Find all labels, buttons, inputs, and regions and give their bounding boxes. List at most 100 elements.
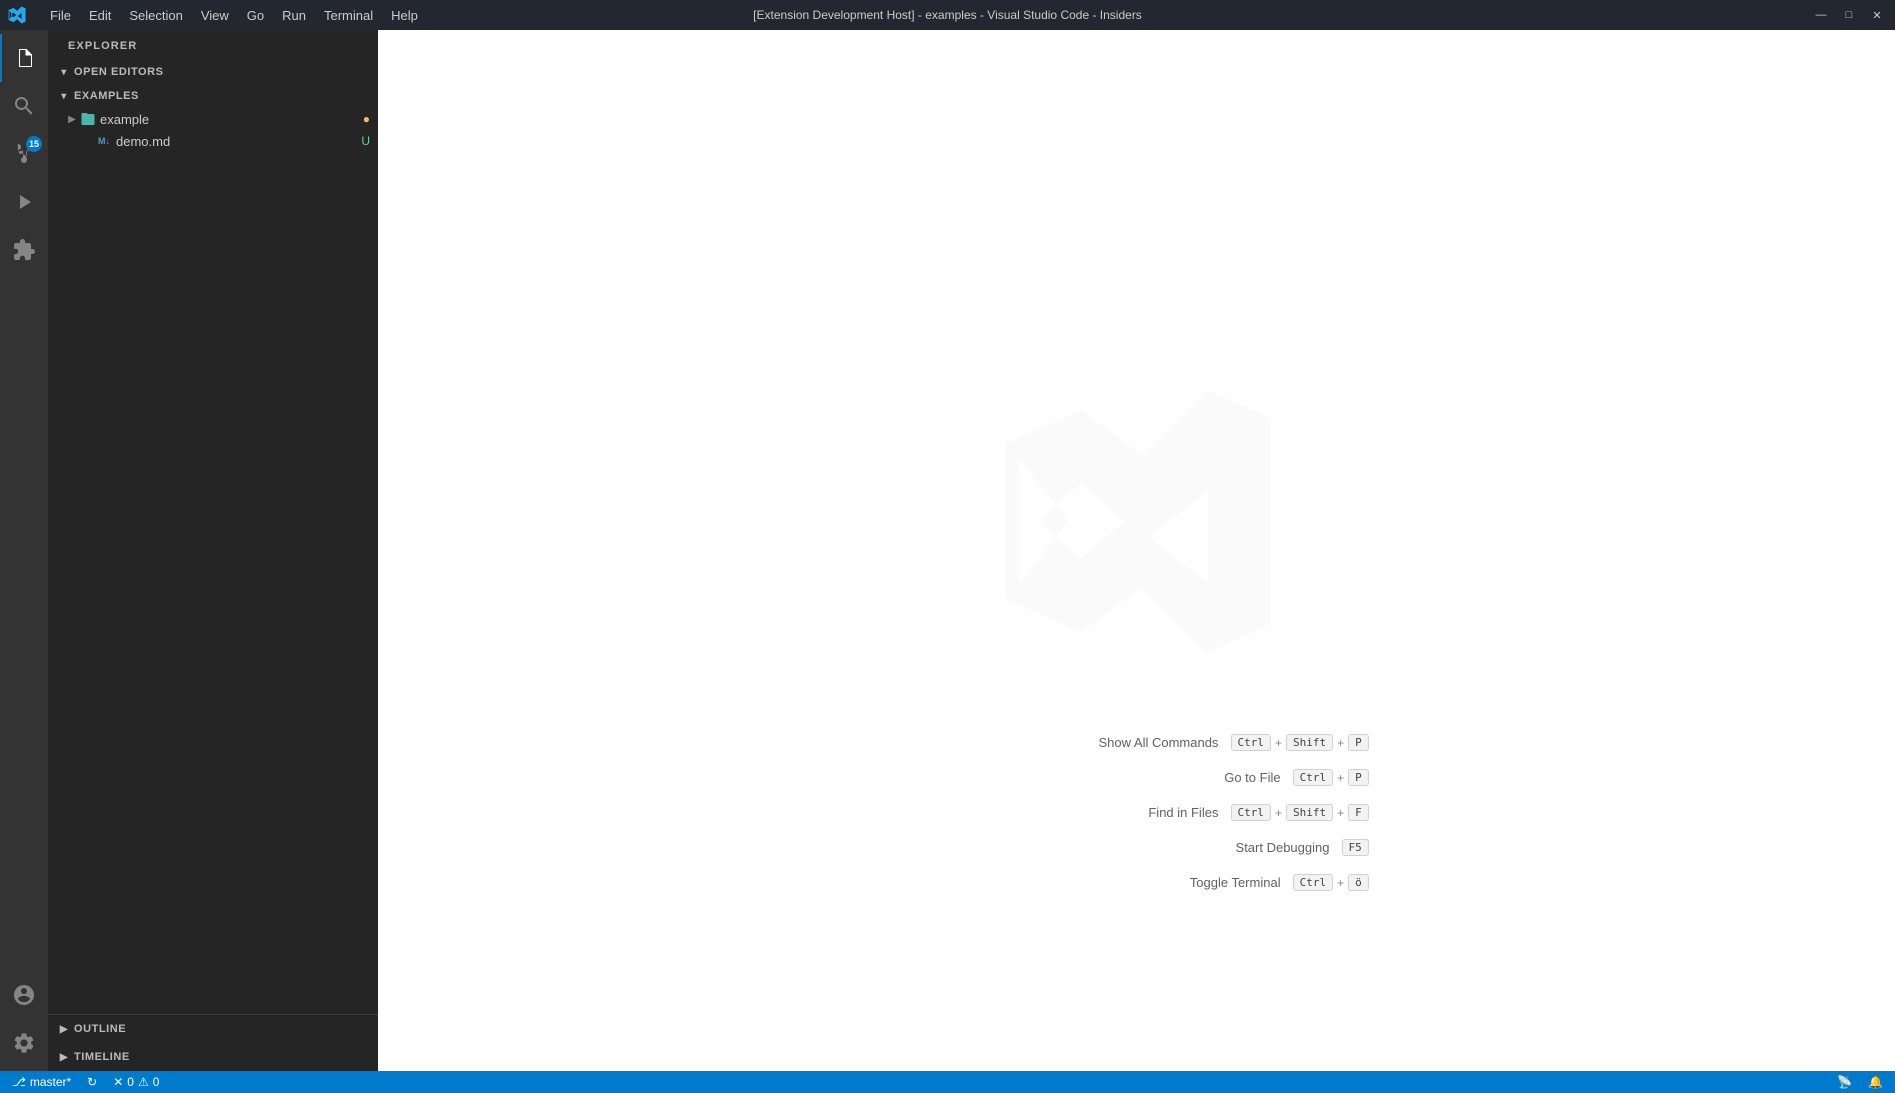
menu-edit[interactable]: Edit <box>81 6 119 25</box>
shortcut-label-start-debug: Start Debugging <box>1189 840 1329 855</box>
key-plus-4: + <box>1275 806 1282 820</box>
menu-file[interactable]: File <box>42 6 79 25</box>
examples-chevron-icon: ▾ <box>56 88 72 104</box>
key-f-1[interactable]: F <box>1348 804 1369 821</box>
key-plus-5: + <box>1337 806 1344 820</box>
menu-view[interactable]: View <box>193 6 237 25</box>
status-branch[interactable]: ⎇ master* <box>8 1075 75 1089</box>
shortcut-row-find-files: Find in Files Ctrl + Shift + F <box>1078 804 1368 821</box>
activity-item-source-control[interactable]: 15 <box>0 130 48 178</box>
example-folder-label: example <box>100 112 363 127</box>
window-controls: — □ ✕ <box>1811 9 1887 21</box>
open-editors-label: OPEN EDITORS <box>74 66 164 78</box>
sync-icon: ↻ <box>87 1075 97 1089</box>
key-f5[interactable]: F5 <box>1341 839 1368 856</box>
open-editors-header[interactable]: ▾ OPEN EDITORS <box>48 60 378 84</box>
activity-item-explorer[interactable] <box>0 34 48 82</box>
editor-area: Show All Commands Ctrl + Shift + P Go to… <box>378 30 1895 1071</box>
example-folder-status: ● <box>363 112 370 126</box>
md-file-icon: M↓ <box>96 133 112 149</box>
menu-go[interactable]: Go <box>239 6 272 25</box>
title-bar-left: File Edit Selection View Go Run Terminal… <box>8 6 426 25</box>
status-bar-left: ⎇ master* ↻ ✕ 0 ⚠ 0 <box>8 1075 163 1089</box>
branch-icon: ⎇ <box>12 1075 26 1089</box>
activity-item-account[interactable] <box>0 971 48 1019</box>
shortcut-keys-start-debug: F5 <box>1341 839 1368 856</box>
folder-chevron-icon: ▶ <box>64 111 80 127</box>
shortcut-row-start-debug: Start Debugging F5 <box>1078 839 1368 856</box>
shortcut-row-toggle-terminal: Toggle Terminal Ctrl + ö <box>1078 874 1368 891</box>
bell-icon: 🔔 <box>1868 1075 1883 1089</box>
shortcut-keys-toggle-terminal: Ctrl + ö <box>1293 874 1369 891</box>
key-plus-1: + <box>1275 736 1282 750</box>
status-broadcast[interactable]: 📡 <box>1833 1075 1856 1089</box>
key-shift-1[interactable]: Shift <box>1286 734 1333 751</box>
title-bar: File Edit Selection View Go Run Terminal… <box>0 0 1895 30</box>
timeline-chevron-icon: ▶ <box>56 1049 72 1065</box>
activity-item-run-debug[interactable] <box>0 178 48 226</box>
folder-icon <box>80 111 96 127</box>
tree-item-example-folder[interactable]: ▶ example ● <box>48 108 378 130</box>
key-p-1[interactable]: P <box>1348 734 1369 751</box>
sidebar-header: EXPLORER <box>48 30 378 60</box>
shortcut-label-show-commands: Show All Commands <box>1078 735 1218 750</box>
open-editors-chevron-icon: ▾ <box>56 64 72 80</box>
status-errors[interactable]: ✕ 0 ⚠ 0 <box>109 1075 163 1089</box>
activity-item-extensions[interactable] <box>0 226 48 274</box>
menu-bar: File Edit Selection View Go Run Terminal… <box>42 6 426 25</box>
shortcut-row-show-commands: Show All Commands Ctrl + Shift + P <box>1078 734 1368 751</box>
demo-md-label: demo.md <box>116 134 361 149</box>
close-button[interactable]: ✕ <box>1867 9 1887 21</box>
menu-run[interactable]: Run <box>274 6 314 25</box>
key-shift-2[interactable]: Shift <box>1286 804 1333 821</box>
key-plus-2: + <box>1337 736 1344 750</box>
menu-terminal[interactable]: Terminal <box>316 6 381 25</box>
activity-item-settings[interactable] <box>0 1019 48 1067</box>
file-tree: ▶ example ● M↓ demo.md U <box>48 108 378 1014</box>
timeline-header[interactable]: ▶ TIMELINE <box>48 1043 378 1071</box>
shortcut-label-goto-file: Go to File <box>1141 770 1281 785</box>
title-text: [Extension Development Host] - examples … <box>753 8 1142 22</box>
shortcut-keys-show-commands: Ctrl + Shift + P <box>1230 734 1368 751</box>
key-p-2[interactable]: P <box>1348 769 1369 786</box>
sidebar-bottom: ▶ OUTLINE ▶ TIMELINE <box>48 1014 378 1071</box>
demo-md-status: U <box>361 134 370 148</box>
maximize-button[interactable]: □ <box>1839 9 1859 21</box>
menu-selection[interactable]: Selection <box>121 6 190 25</box>
sidebar: EXPLORER ▾ OPEN EDITORS ▾ EXAMPLES ▶ exa… <box>48 30 378 1071</box>
status-notifications[interactable]: 🔔 <box>1864 1075 1887 1089</box>
shortcut-keys-find-files: Ctrl + Shift + F <box>1230 804 1368 821</box>
minimize-button[interactable]: — <box>1811 9 1831 21</box>
status-bar: ⎇ master* ↻ ✕ 0 ⚠ 0 📡 🔔 <box>0 1071 1895 1093</box>
broadcast-icon: 📡 <box>1837 1075 1852 1089</box>
error-count: 0 <box>127 1075 134 1089</box>
key-ctrl-2[interactable]: Ctrl <box>1293 769 1334 786</box>
main-layout: 15 E <box>0 30 1895 1071</box>
examples-label: EXAMPLES <box>74 90 139 102</box>
key-plus-6: + <box>1337 876 1344 890</box>
status-sync[interactable]: ↻ <box>83 1075 101 1089</box>
outline-header[interactable]: ▶ OUTLINE <box>48 1015 378 1043</box>
timeline-label: TIMELINE <box>74 1051 130 1063</box>
outline-chevron-icon: ▶ <box>56 1021 72 1037</box>
tree-item-demo-md[interactable]: M↓ demo.md U <box>48 130 378 152</box>
warning-icon: ⚠ <box>138 1075 149 1089</box>
welcome-shortcuts: Show All Commands Ctrl + Shift + P Go to… <box>1078 734 1368 891</box>
shortcut-label-toggle-terminal: Toggle Terminal <box>1141 875 1281 890</box>
key-ctrl-4[interactable]: Ctrl <box>1293 874 1334 891</box>
vscode-watermark <box>997 381 1277 664</box>
shortcut-row-goto-file: Go to File Ctrl + P <box>1078 769 1368 786</box>
key-plus-3: + <box>1337 771 1344 785</box>
key-ctrl-1[interactable]: Ctrl <box>1230 734 1271 751</box>
status-bar-right: 📡 🔔 <box>1833 1075 1887 1089</box>
activity-item-search[interactable] <box>0 82 48 130</box>
key-ctrl-3[interactable]: Ctrl <box>1230 804 1271 821</box>
menu-help[interactable]: Help <box>383 6 426 25</box>
source-control-badge: 15 <box>26 136 42 152</box>
branch-name: master* <box>30 1075 71 1089</box>
activity-bar: 15 <box>0 30 48 1071</box>
key-ö[interactable]: ö <box>1348 874 1369 891</box>
warning-count: 0 <box>153 1075 160 1089</box>
examples-header[interactable]: ▾ EXAMPLES <box>48 84 378 108</box>
vscode-logo-icon <box>8 6 26 24</box>
